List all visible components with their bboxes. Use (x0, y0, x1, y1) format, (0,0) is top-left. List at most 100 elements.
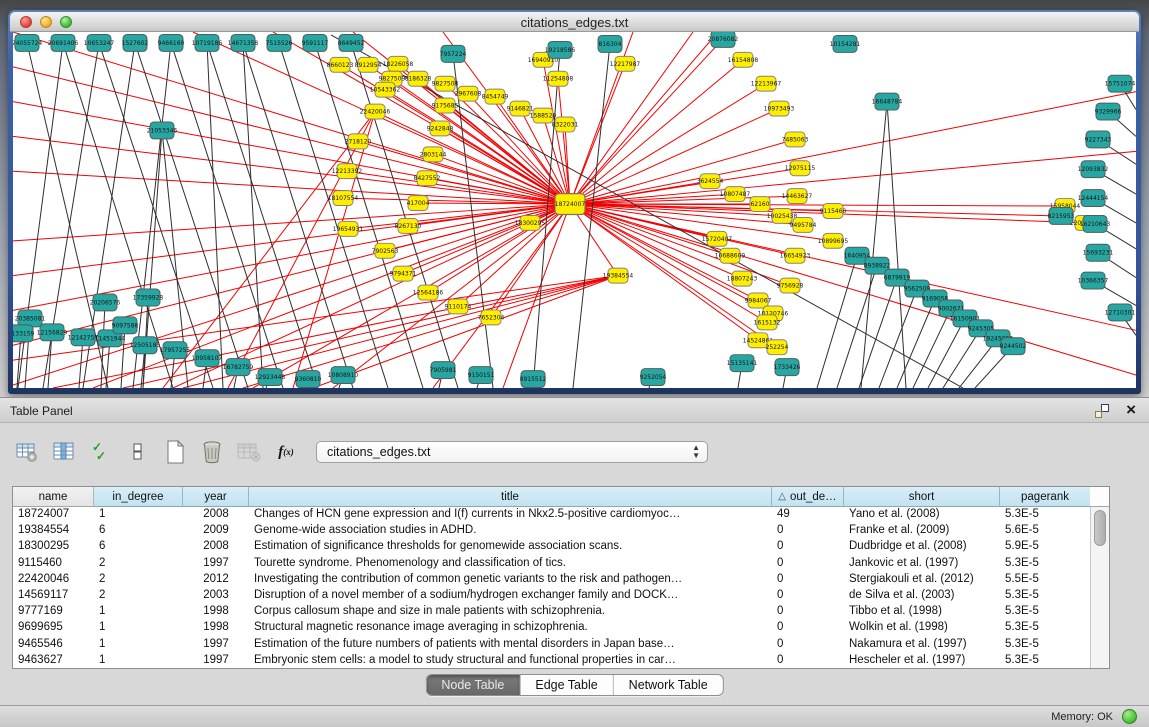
float-panel-icon[interactable] (1095, 404, 1109, 418)
graph-node[interactable]: 9227343 (1085, 131, 1112, 148)
graph-node[interactable]: 9244502 (1000, 338, 1027, 355)
network-view[interactable]: 1872400786601238912954182260589827509105… (13, 32, 1136, 388)
table-selector-dropdown[interactable]: citations_edges.txt ▲▼ (316, 441, 708, 463)
graph-node[interactable]: 9115460 (820, 204, 847, 219)
table-settings-icon[interactable] (13, 438, 41, 466)
graph-node[interactable]: 9329966 (1095, 103, 1122, 120)
graph-node[interactable]: 21053346 (147, 122, 178, 139)
graph-node[interactable]: 12564186 (413, 285, 444, 300)
graph-node[interactable]: 9097588 (112, 317, 139, 334)
graph-node[interactable]: 417004 (407, 196, 430, 211)
table-row[interactable]: 911546021997Tourette syndrome. Phenomeno… (13, 556, 1109, 572)
graph-node[interactable]: 12093832 (1078, 161, 1109, 178)
graph-node[interactable]: 8649452 (338, 34, 365, 51)
graph-node[interactable]: 7957224 (440, 45, 467, 62)
graph-node[interactable]: 9827508 (432, 76, 459, 91)
citation-edge-red[interactable] (228, 112, 375, 388)
graph-node[interactable]: 2803144 (420, 147, 447, 162)
column-header-out_degree[interactable]: △out_de… (772, 487, 844, 507)
table-row[interactable]: 2242004622012Investigating the contribut… (13, 572, 1109, 588)
graph-node[interactable]: 15720407 (702, 231, 733, 246)
graph-node[interactable]: 8912954 (355, 57, 382, 72)
citation-edge-black[interactable] (887, 102, 906, 388)
graph-node[interactable]: 10688609 (715, 248, 746, 263)
citation-edge-red[interactable] (13, 204, 570, 241)
citation-edge-red[interactable] (333, 204, 570, 388)
graph-node[interactable]: 9495784 (790, 217, 817, 232)
graph-node[interactable]: 9756928 (777, 278, 804, 293)
citation-edge-red[interactable] (293, 112, 375, 388)
column-header-name[interactable]: name (13, 487, 94, 507)
citation-edge-red[interactable] (570, 204, 1136, 375)
unselect-all-icon[interactable] (124, 438, 152, 466)
table-row[interactable]: 969969511998Structural magnetic resonanc… (13, 620, 1109, 636)
graph-node[interactable]: 8427552 (414, 171, 441, 186)
graph-node[interactable]: 24055724 (13, 34, 42, 51)
graph-node[interactable]: 14671358 (228, 34, 259, 51)
tab-edge-table[interactable]: Edge Table (519, 675, 612, 695)
graph-node[interactable]: 8915512 (520, 371, 547, 388)
graph-node[interactable]: 18807243 (727, 271, 758, 286)
scrollbar-thumb[interactable] (1094, 510, 1106, 546)
graph-node[interactable]: 252254 (766, 340, 789, 355)
citation-edge-red[interactable] (570, 151, 1136, 204)
graph-node[interactable]: 12975115 (785, 161, 816, 176)
citation-edge-red[interactable] (13, 204, 570, 276)
table-row[interactable]: 1938455462009Genome-wide association stu… (13, 523, 1109, 539)
function-builder-icon[interactable]: f(x) (272, 438, 300, 466)
citation-edge-black[interactable] (207, 43, 318, 388)
graph-node[interactable]: 7905981 (430, 362, 457, 379)
graph-node[interactable]: 7902563 (372, 243, 399, 258)
column-header-in_degree[interactable]: in_degree (94, 487, 183, 507)
tab-network-table[interactable]: Network Table (613, 675, 723, 695)
graph-node[interactable]: 20385081 (15, 310, 46, 327)
graph-node[interactable]: 14463627 (782, 189, 813, 204)
graph-node[interactable]: 16210643 (1080, 215, 1111, 232)
citation-edge-black[interactable] (351, 43, 458, 388)
network-canvas[interactable]: 1872400786601238912954182260589827509105… (13, 32, 1136, 388)
graph-node[interactable]: 15693231 (1083, 244, 1114, 261)
graph-node[interactable]: 8267130 (395, 218, 422, 233)
citation-edge-red[interactable] (13, 276, 618, 361)
close-panel-icon[interactable]: × (1126, 400, 1136, 420)
table-row[interactable]: 1456911722003Disruption of a novel membe… (13, 588, 1109, 604)
graph-node[interactable]: 10807487 (720, 187, 751, 202)
graph-node[interactable]: 9794371 (390, 266, 417, 281)
graph-node[interactable]: 16782759 (223, 359, 254, 376)
graph-node[interactable]: 9466160 (158, 34, 185, 51)
citation-edge-red[interactable] (570, 92, 1136, 204)
citation-edge-red[interactable] (570, 139, 795, 204)
citation-edge-black[interactable] (913, 308, 951, 388)
graph-node[interactable]: 9252054 (640, 369, 667, 386)
vertical-scrollbar[interactable] (1090, 507, 1109, 668)
graph-node[interactable]: 12217987 (610, 56, 641, 71)
delete-icon[interactable] (198, 438, 226, 466)
graph-node[interactable]: 2967608 (455, 86, 482, 101)
graph-node[interactable]: 9110174 (445, 299, 472, 314)
graph-node[interactable]: 8660123 (327, 57, 354, 72)
table-row[interactable]: 946554611997Estimation of the future num… (13, 637, 1109, 653)
graph-node[interactable]: 9175685 (432, 98, 459, 113)
column-visibility-icon[interactable] (50, 438, 78, 466)
network-window[interactable]: citations_edges.txt 18724007866012389129… (8, 10, 1141, 394)
graph-node[interactable]: 18107554 (328, 191, 359, 206)
graph-node[interactable]: 10808910 (328, 367, 359, 384)
memory-ok-indicator[interactable] (1122, 709, 1137, 724)
graph-node[interactable]: 2718120 (345, 134, 372, 149)
graph-node[interactable]: 816304 (598, 35, 622, 52)
graph-node[interactable]: 9242848 (427, 121, 454, 136)
graph-node[interactable]: 12710301 (1105, 304, 1136, 321)
graph-node[interactable]: 12213967 (751, 76, 782, 91)
graph-node[interactable]: 9133159 (13, 325, 35, 342)
graph-node[interactable]: 19218586 (545, 41, 576, 58)
graph-node[interactable]: 8322031 (552, 117, 579, 132)
column-header-pagerank[interactable]: pagerank (1000, 487, 1091, 507)
graph-node[interactable]: 12444154 (1078, 190, 1109, 207)
graph-node[interactable]: 10653247 (84, 34, 115, 51)
graph-node[interactable]: 9360810 (295, 371, 322, 388)
graph-node[interactable]: 1733426 (774, 359, 801, 376)
graph-node[interactable]: 10154281 (830, 35, 861, 52)
tab-node-table[interactable]: Node Table (426, 675, 519, 695)
graph-node[interactable]: 8454749 (482, 89, 509, 104)
graph-node[interactable]: 12923448 (255, 369, 286, 386)
